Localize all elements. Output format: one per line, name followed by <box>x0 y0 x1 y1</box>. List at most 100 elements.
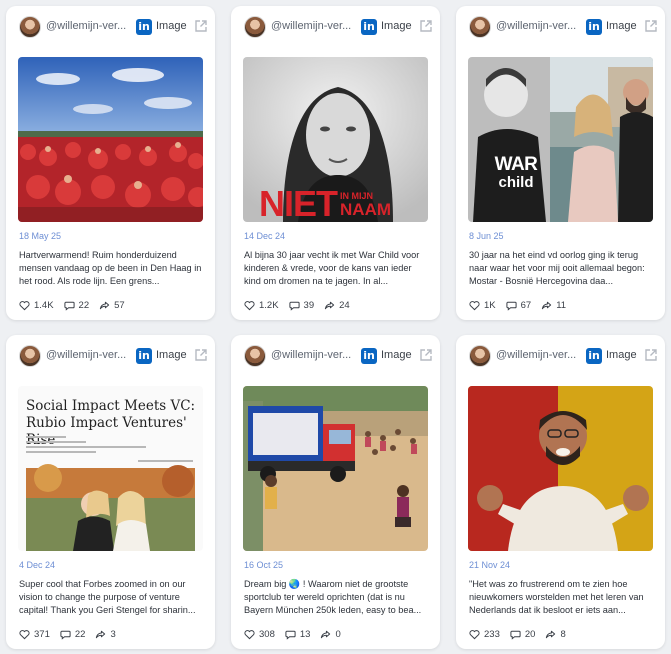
likes-stat: 1.4K <box>19 300 54 311</box>
comments-stat: 22 <box>63 300 89 311</box>
share-icon <box>546 630 556 638</box>
shares-stat: 0 <box>320 629 341 640</box>
post-excerpt[interactable]: Super cool that Forbes zoomed in on our … <box>19 578 205 617</box>
shares-stat: 24 <box>324 300 350 311</box>
avatar <box>19 16 41 38</box>
author-handle: @willemijn-ver... <box>496 20 577 32</box>
engagement-stats: 1.2K 39 24 <box>244 298 350 312</box>
post-card[interactable]: @willemijn-ver... in Image 21 Nov 24 "He… <box>456 335 665 649</box>
shares-count: 11 <box>556 299 567 311</box>
card-header: @willemijn-ver... in Image <box>6 6 215 48</box>
comment-icon <box>506 301 517 311</box>
post-excerpt[interactable]: "Het was zo frustrerend om te zien hoe n… <box>469 578 655 617</box>
comments-count: 67 <box>520 299 532 311</box>
avatar <box>469 16 491 38</box>
post-image[interactable]: Social Impact Meets VC: Rubio Impact Ven… <box>18 386 203 551</box>
heart-icon <box>244 300 255 310</box>
card-header: @willemijn-ver... in Image <box>231 6 440 48</box>
post-excerpt[interactable]: Al bijna 30 jaar vecht ik met War Child … <box>244 249 430 288</box>
post-card[interactable]: @willemijn-ver... in Image WAR child 8 J… <box>456 6 665 320</box>
shares-count: 57 <box>114 299 125 311</box>
likes-count: 1K <box>484 299 496 311</box>
post-image[interactable] <box>243 386 428 551</box>
comments-count: 39 <box>303 299 315 311</box>
shares-stat: 57 <box>99 300 125 311</box>
engagement-stats: 1.4K 22 57 <box>19 298 125 312</box>
likes-count: 233 <box>484 628 500 640</box>
shirt-text: WAR child <box>488 155 544 191</box>
post-image[interactable]: NIET IN MIJN NAAM <box>243 57 428 222</box>
post-card[interactable]: @willemijn-ver... in Image <box>231 335 440 649</box>
external-link-icon[interactable] <box>194 348 208 362</box>
war-child-then-and-now-photo <box>468 57 653 222</box>
post-date: 4 Dec 24 <box>19 560 56 570</box>
linkedin-icon: in <box>136 348 152 364</box>
comments-stat: 39 <box>288 299 315 311</box>
post-card[interactable]: @willemijn-ver... in Image <box>6 6 215 320</box>
likes-stat: 1.2K <box>244 300 279 311</box>
comments-stat: 67 <box>506 299 532 311</box>
post-excerpt[interactable]: Hartverwarmend! Ruim honderduizend mense… <box>19 249 205 288</box>
linkedin-icon: in <box>586 19 602 35</box>
author-handle: @willemijn-ver... <box>46 349 127 361</box>
post-type-label: Image <box>381 349 412 361</box>
crowd-in-red-photo <box>18 57 203 222</box>
comments-stat: 22 <box>60 628 86 640</box>
heart-icon <box>469 629 480 639</box>
engagement-stats: 1K 67 11 <box>469 298 566 312</box>
external-link-icon[interactable] <box>419 19 433 33</box>
post-type-label: Image <box>156 20 187 32</box>
comment-icon <box>60 630 71 640</box>
post-image[interactable] <box>18 57 203 222</box>
external-link-icon[interactable] <box>419 348 433 362</box>
likes-count: 1.2K <box>259 299 279 311</box>
comments-count: 20 <box>524 628 536 640</box>
likes-count: 371 <box>34 628 50 640</box>
heart-icon <box>19 300 30 310</box>
post-type-label: Image <box>606 20 637 32</box>
post-card[interactable]: @willemijn-ver... in Image NIET IN MIJN … <box>231 6 440 320</box>
share-icon <box>324 301 335 309</box>
author-handle: @willemijn-ver... <box>271 349 352 361</box>
post-date: 18 May 25 <box>19 231 62 241</box>
post-type-label: Image <box>606 349 637 361</box>
linkedin-icon: in <box>586 348 602 364</box>
post-date: 14 Dec 24 <box>244 231 286 241</box>
comment-icon <box>288 301 300 311</box>
shares-stat: 11 <box>541 300 566 311</box>
likes-stat: 1K <box>469 300 496 311</box>
post-type-label: Image <box>381 20 412 32</box>
external-link-icon[interactable] <box>194 19 208 33</box>
comment-icon <box>63 301 75 311</box>
truck-in-village-photo <box>243 386 428 551</box>
shirt-line-2: child <box>498 174 534 191</box>
post-image[interactable] <box>468 386 653 551</box>
excited-man-photo <box>468 386 653 551</box>
card-header: @willemijn-ver... in Image <box>231 335 440 377</box>
card-header: @willemijn-ver... in Image <box>6 335 215 377</box>
shares-count: 8 <box>560 628 566 640</box>
external-link-icon[interactable] <box>644 19 658 33</box>
external-link-icon[interactable] <box>644 348 658 362</box>
heart-icon <box>19 629 30 639</box>
shares-stat: 8 <box>545 628 566 640</box>
post-date: 8 Jun 25 <box>469 231 504 241</box>
post-image[interactable]: WAR child <box>468 57 653 222</box>
post-excerpt[interactable]: 30 jaar na het eind vd oorlog ging ik te… <box>469 249 655 288</box>
likes-stat: 233 <box>469 629 500 640</box>
linkedin-icon: in <box>361 348 377 364</box>
card-header: @willemijn-ver... in Image <box>456 335 665 377</box>
linkedin-icon: in <box>136 19 152 35</box>
likes-stat: 308 <box>244 629 275 640</box>
comments-count: 22 <box>74 628 86 640</box>
post-excerpt[interactable]: Dream big 🌏 ! Waarom niet de grootste sp… <box>244 578 430 617</box>
comments-stat: 20 <box>510 628 536 640</box>
avatar <box>244 16 266 38</box>
overlay-big-word: NIET <box>259 183 338 222</box>
comments-stat: 13 <box>285 629 310 640</box>
post-type-label: Image <box>156 349 187 361</box>
post-card[interactable]: @willemijn-ver... in Image Social Impact… <box>6 335 215 649</box>
engagement-stats: 371 22 3 <box>19 627 116 641</box>
heart-icon <box>469 300 480 310</box>
shirt-line-1: WAR <box>494 154 538 175</box>
